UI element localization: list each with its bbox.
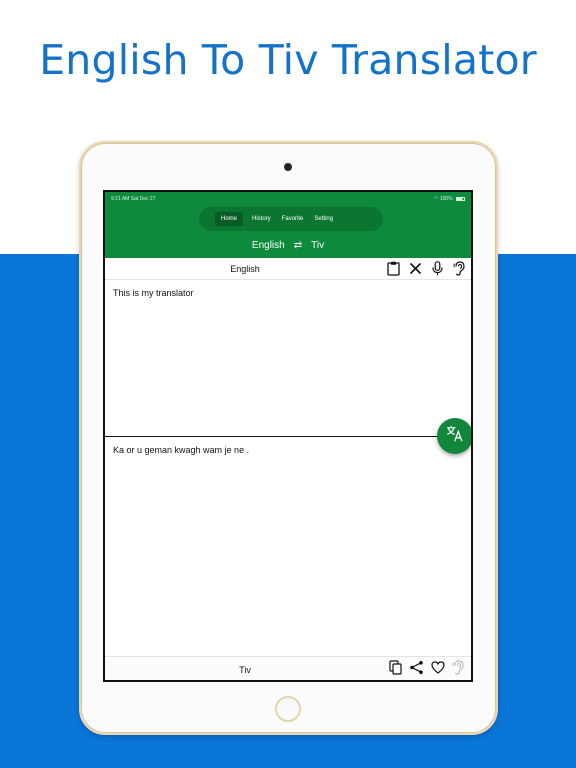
- target-toolbar: Tiv: [105, 656, 471, 680]
- app-screen: 9:21 AM Sat Dec 27 ◠ 100% Home History F…: [103, 190, 473, 682]
- battery-level: 100%: [439, 196, 453, 202]
- tablet-home-button: [275, 696, 301, 722]
- translate-button[interactable]: [437, 418, 471, 454]
- source-toolbar: English: [105, 258, 471, 280]
- microphone-icon[interactable]: [430, 261, 445, 276]
- app-header: 9:21 AM Sat Dec 27 ◠ 100% Home History F…: [105, 192, 471, 258]
- target-language-button[interactable]: Tiv: [311, 240, 324, 251]
- swap-languages-icon[interactable]: ⇄: [294, 240, 302, 251]
- copy-icon[interactable]: [388, 660, 403, 675]
- tab-history[interactable]: History: [252, 216, 271, 222]
- speaker-ear-icon[interactable]: [451, 660, 466, 675]
- target-language-label: Tiv: [239, 665, 251, 675]
- clipboard-icon[interactable]: [386, 261, 401, 276]
- source-language-label: English: [230, 264, 260, 274]
- translate-icon: [446, 425, 464, 447]
- tablet-camera: [284, 163, 292, 171]
- translation-text: Ka or u geman kwagh wam je ne .: [113, 445, 250, 455]
- target-actions: [388, 660, 466, 675]
- page-headline: English To Tiv Translator: [39, 36, 537, 84]
- status-time: 9:21 AM Sat Dec 27: [111, 196, 156, 202]
- close-icon[interactable]: [408, 261, 423, 276]
- tab-home[interactable]: Home: [215, 212, 244, 226]
- source-text-area[interactable]: This is my translator: [113, 288, 194, 298]
- tab-favorite[interactable]: Favorite: [282, 216, 304, 222]
- source-language-button[interactable]: English: [252, 240, 285, 251]
- share-icon[interactable]: [409, 660, 424, 675]
- language-selector: English ⇄ Tiv: [105, 236, 471, 254]
- tab-setting[interactable]: Setting: [314, 216, 333, 222]
- speaker-ear-icon[interactable]: [452, 261, 467, 276]
- heart-icon[interactable]: [430, 660, 445, 675]
- source-actions: [386, 261, 467, 276]
- status-right: ◠ 100%: [434, 196, 465, 202]
- battery-icon: [456, 196, 465, 201]
- wifi-icon: ◠: [434, 196, 439, 202]
- panel-divider: [105, 436, 471, 437]
- tab-bar: Home History Favorite Setting: [199, 207, 383, 231]
- status-bar: 9:21 AM Sat Dec 27 ◠ 100%: [111, 196, 465, 204]
